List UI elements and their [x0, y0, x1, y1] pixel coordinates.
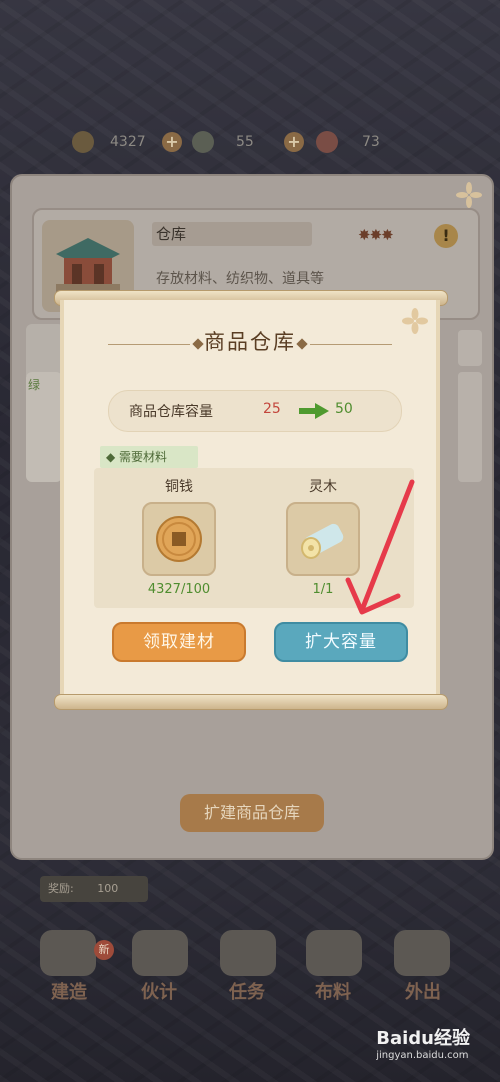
annotation-arrow: [345, 479, 415, 615]
staff-nav-icon[interactable]: [132, 930, 188, 976]
resource-coins: 4327: [72, 128, 146, 156]
star-rating: ✸✸✸: [358, 226, 394, 244]
reward-label: 奖励: 100: [40, 876, 148, 902]
cloud-value: 55: [236, 134, 254, 150]
side-list-item[interactable]: 绿: [26, 372, 62, 482]
capacity-next: 50: [335, 401, 353, 417]
side-strip-lower: [458, 372, 482, 482]
outing-nav-icon[interactable]: [394, 930, 450, 976]
building-name: 仓库: [152, 222, 312, 246]
add-coins-button[interactable]: +: [162, 132, 182, 152]
scroll-rod-bottom: [54, 694, 448, 710]
fabric-nav-icon[interactable]: [306, 930, 362, 976]
new-badge: 新: [94, 940, 114, 960]
close-icon[interactable]: [456, 182, 482, 208]
reward-value: 100: [97, 882, 119, 895]
capacity-current: 25: [263, 401, 281, 417]
nav-task[interactable]: 任务: [212, 978, 282, 1004]
expand-warehouse-button[interactable]: 扩建商品仓库: [180, 794, 324, 832]
material-item[interactable]: 铜钱 4327/100: [134, 476, 224, 597]
materials-label: 需要材料: [119, 450, 168, 464]
resource-flower: 73: [316, 128, 380, 156]
watermark-brand: Baidu经验: [376, 1028, 470, 1049]
watermark: Baidu经验 jingyan.baidu.com: [376, 1024, 470, 1061]
watermark-url: jingyan.baidu.com: [376, 1050, 469, 1061]
arrow-right-icon: [299, 403, 329, 419]
flower-icon: [316, 131, 338, 153]
nav-outing[interactable]: 外出: [388, 978, 458, 1004]
coin-icon: [72, 131, 94, 153]
side-tab[interactable]: [26, 324, 64, 376]
expand-capacity-button[interactable]: 扩大容量: [274, 622, 408, 662]
nav-fabric[interactable]: 布料: [298, 978, 368, 1004]
title-divider-right: [310, 344, 392, 345]
material-name: 铜钱: [165, 479, 193, 495]
materials-tag: ◆ 需要材料: [100, 446, 198, 468]
collect-materials-button[interactable]: 领取建材: [112, 622, 246, 662]
add-cloud-button[interactable]: +: [284, 132, 304, 152]
side-strip: [458, 330, 482, 366]
capacity-label: 商品仓库容量: [129, 404, 213, 420]
resource-bar: 4327 + 55 + 73: [72, 128, 402, 158]
reward-text: 奖励:: [48, 882, 74, 895]
coins-value: 4327: [110, 134, 146, 150]
resource-cloud: 55: [192, 128, 254, 156]
nav-build[interactable]: 建造: [34, 978, 104, 1004]
build-nav-icon[interactable]: [40, 930, 96, 976]
cloud-icon: [192, 131, 214, 153]
info-warning-icon[interactable]: !: [434, 224, 458, 248]
task-nav-icon[interactable]: [220, 930, 276, 976]
building-description: 存放材料、纺织物、道具等: [156, 271, 324, 287]
dialog-title: 商品仓库: [204, 330, 296, 354]
side-item-label: 绿: [28, 378, 41, 392]
nav-staff[interactable]: 伙计: [124, 978, 194, 1004]
copper-coin-icon: [142, 502, 216, 576]
flower-value: 73: [362, 134, 380, 150]
capacity-row: 商品仓库容量 25 50: [108, 390, 402, 432]
material-count: 4327/100: [147, 582, 211, 597]
